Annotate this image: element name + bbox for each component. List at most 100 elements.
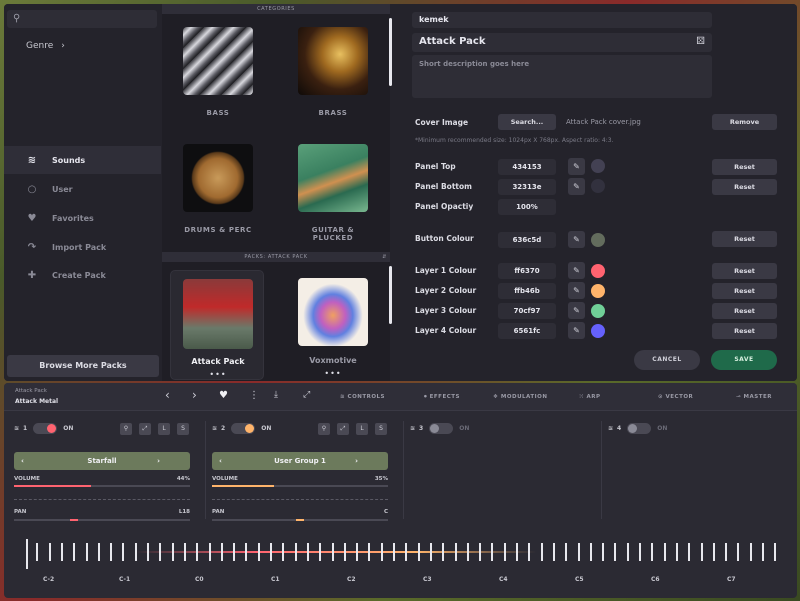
layer-1-preset-selector[interactable]: ‹ Starfall › xyxy=(14,452,190,470)
chevron-right-icon[interactable]: › xyxy=(192,388,197,402)
piano-key[interactable] xyxy=(577,543,580,561)
layer-1-toggle[interactable] xyxy=(33,422,58,434)
button-colour-reset-button[interactable]: Reset xyxy=(712,231,777,247)
piano-key[interactable] xyxy=(503,543,506,561)
piano-key[interactable] xyxy=(60,543,63,561)
piano-key[interactable] xyxy=(110,543,113,561)
description-field[interactable]: Short description goes here xyxy=(412,55,712,98)
piano-key[interactable] xyxy=(589,543,592,561)
piano-key[interactable] xyxy=(282,543,285,561)
layer-1-reset-button[interactable]: Reset xyxy=(712,263,777,279)
keyboard[interactable] xyxy=(16,539,786,569)
piano-key[interactable] xyxy=(220,543,223,561)
piano-key[interactable] xyxy=(147,543,149,561)
tab-vector[interactable]: ⊙ VECTOR xyxy=(658,383,693,411)
eyedropper-icon[interactable]: ✎ xyxy=(568,322,585,339)
piano-key[interactable] xyxy=(85,543,88,561)
piano-key[interactable] xyxy=(516,543,518,561)
sidebar-item-import-pack[interactable]: ↷ Import Pack xyxy=(4,233,161,261)
layer-2-colour-input[interactable]: ffb46b xyxy=(498,283,556,299)
piano-key[interactable] xyxy=(122,543,125,561)
layer-2-reset-button[interactable]: Reset xyxy=(712,283,777,299)
packs-scrollbar[interactable] xyxy=(389,266,392,324)
piano-key[interactable] xyxy=(442,543,445,561)
piano-key[interactable] xyxy=(233,543,236,561)
piano-key[interactable] xyxy=(491,543,494,561)
piano-key[interactable] xyxy=(454,543,457,561)
chevron-right-icon[interactable]: › xyxy=(355,452,358,470)
layer-2-colour-swatch[interactable] xyxy=(591,284,605,298)
piano-key[interactable] xyxy=(565,543,568,561)
eyedropper-icon[interactable]: ✎ xyxy=(568,262,585,279)
categories-scrollbar[interactable] xyxy=(389,18,392,86)
piano-key[interactable] xyxy=(343,543,346,561)
piano-key[interactable] xyxy=(688,543,691,561)
category-drums-perc[interactable]: DRUMS & PERC xyxy=(183,144,253,234)
tab-arp[interactable]: ⁙ ARP xyxy=(579,383,601,411)
layer-1-colour-swatch[interactable] xyxy=(591,264,605,278)
pan-slider[interactable] xyxy=(14,519,190,521)
pan-slider[interactable] xyxy=(212,519,388,521)
more-options-icon[interactable]: ••• xyxy=(298,369,368,378)
layer-4-colour-input[interactable]: 6561fc xyxy=(498,323,556,339)
layer-3-colour-input[interactable]: 70cf97 xyxy=(498,303,556,319)
piano-key[interactable] xyxy=(626,543,629,561)
piano-key[interactable] xyxy=(26,539,28,569)
pack-card-voxmotive[interactable]: Voxmotive ••• xyxy=(298,278,368,378)
piano-key[interactable] xyxy=(208,543,211,561)
piano-key[interactable] xyxy=(602,543,605,561)
piano-key[interactable] xyxy=(663,543,666,561)
chevron-left-icon[interactable]: ‹ xyxy=(219,452,222,470)
heart-icon[interactable]: ♥ xyxy=(219,390,228,401)
piano-key[interactable] xyxy=(540,543,543,561)
piano-key[interactable] xyxy=(270,543,272,561)
piano-key[interactable] xyxy=(737,543,740,561)
volume-slider[interactable] xyxy=(14,485,190,487)
sidebar-item-favorites[interactable]: ♥ Favorites xyxy=(4,204,161,232)
piano-key[interactable] xyxy=(36,543,39,561)
sidebar-item-user[interactable]: ○ User xyxy=(4,175,161,203)
search-icon[interactable]: ⚲ xyxy=(318,423,330,435)
piano-key[interactable] xyxy=(429,543,432,561)
panel-top-input[interactable]: 434153 xyxy=(498,159,556,175)
piano-key[interactable] xyxy=(183,543,186,561)
layer-3-toggle[interactable] xyxy=(429,422,454,434)
piano-key[interactable] xyxy=(552,543,555,561)
chevron-right-icon[interactable]: › xyxy=(157,452,160,470)
layer-2-toggle[interactable] xyxy=(231,422,256,434)
piano-key[interactable] xyxy=(73,543,76,561)
category-guitar-plucked[interactable]: GUITAR & PLUCKED xyxy=(298,144,368,242)
eyedropper-icon[interactable]: ✎ xyxy=(568,231,585,248)
lock-button[interactable]: L xyxy=(158,423,170,435)
sidebar-item-sounds[interactable]: ≋ Sounds xyxy=(4,146,161,174)
piano-key[interactable] xyxy=(245,543,248,561)
more-options-icon[interactable]: ••• xyxy=(171,370,265,379)
piano-key[interactable] xyxy=(368,543,371,561)
piano-key[interactable] xyxy=(417,543,420,561)
author-field[interactable]: kemek xyxy=(412,12,712,28)
genre-filter[interactable]: Genre › xyxy=(26,41,65,51)
piano-key[interactable] xyxy=(479,543,482,561)
piano-key[interactable] xyxy=(134,543,137,561)
pack-name-field[interactable]: Attack Pack ⚄ xyxy=(412,33,712,52)
piano-key[interactable] xyxy=(614,543,617,561)
panel-top-swatch[interactable] xyxy=(591,159,605,173)
piano-key[interactable] xyxy=(294,543,297,561)
panel-bottom-input[interactable]: 32313e xyxy=(498,179,556,195)
search-icon[interactable]: ⚲ xyxy=(120,423,132,435)
category-bass[interactable]: BASS xyxy=(183,27,253,117)
pack-card-attack-pack[interactable]: Attack Pack ••• xyxy=(170,270,264,380)
layer-4-reset-button[interactable]: Reset xyxy=(712,323,777,339)
piano-key[interactable] xyxy=(675,543,678,561)
piano-key[interactable] xyxy=(331,543,334,561)
save-button[interactable]: SAVE xyxy=(711,350,777,370)
eyedropper-icon[interactable]: ✎ xyxy=(568,302,585,319)
browse-more-packs-button[interactable]: Browse More Packs xyxy=(7,355,159,377)
expand-icon[interactable]: ⤢ xyxy=(139,423,151,435)
tab-effects[interactable]: ⦁ EFFECTS xyxy=(424,383,460,411)
category-brass[interactable]: BRASS xyxy=(298,27,368,117)
layer-2-preset-selector[interactable]: ‹ User Group 1 › xyxy=(212,452,388,470)
search-input[interactable]: ⚲ xyxy=(7,10,157,28)
panel-top-reset-button[interactable]: Reset xyxy=(712,159,777,175)
panel-bottom-reset-button[interactable]: Reset xyxy=(712,179,777,195)
